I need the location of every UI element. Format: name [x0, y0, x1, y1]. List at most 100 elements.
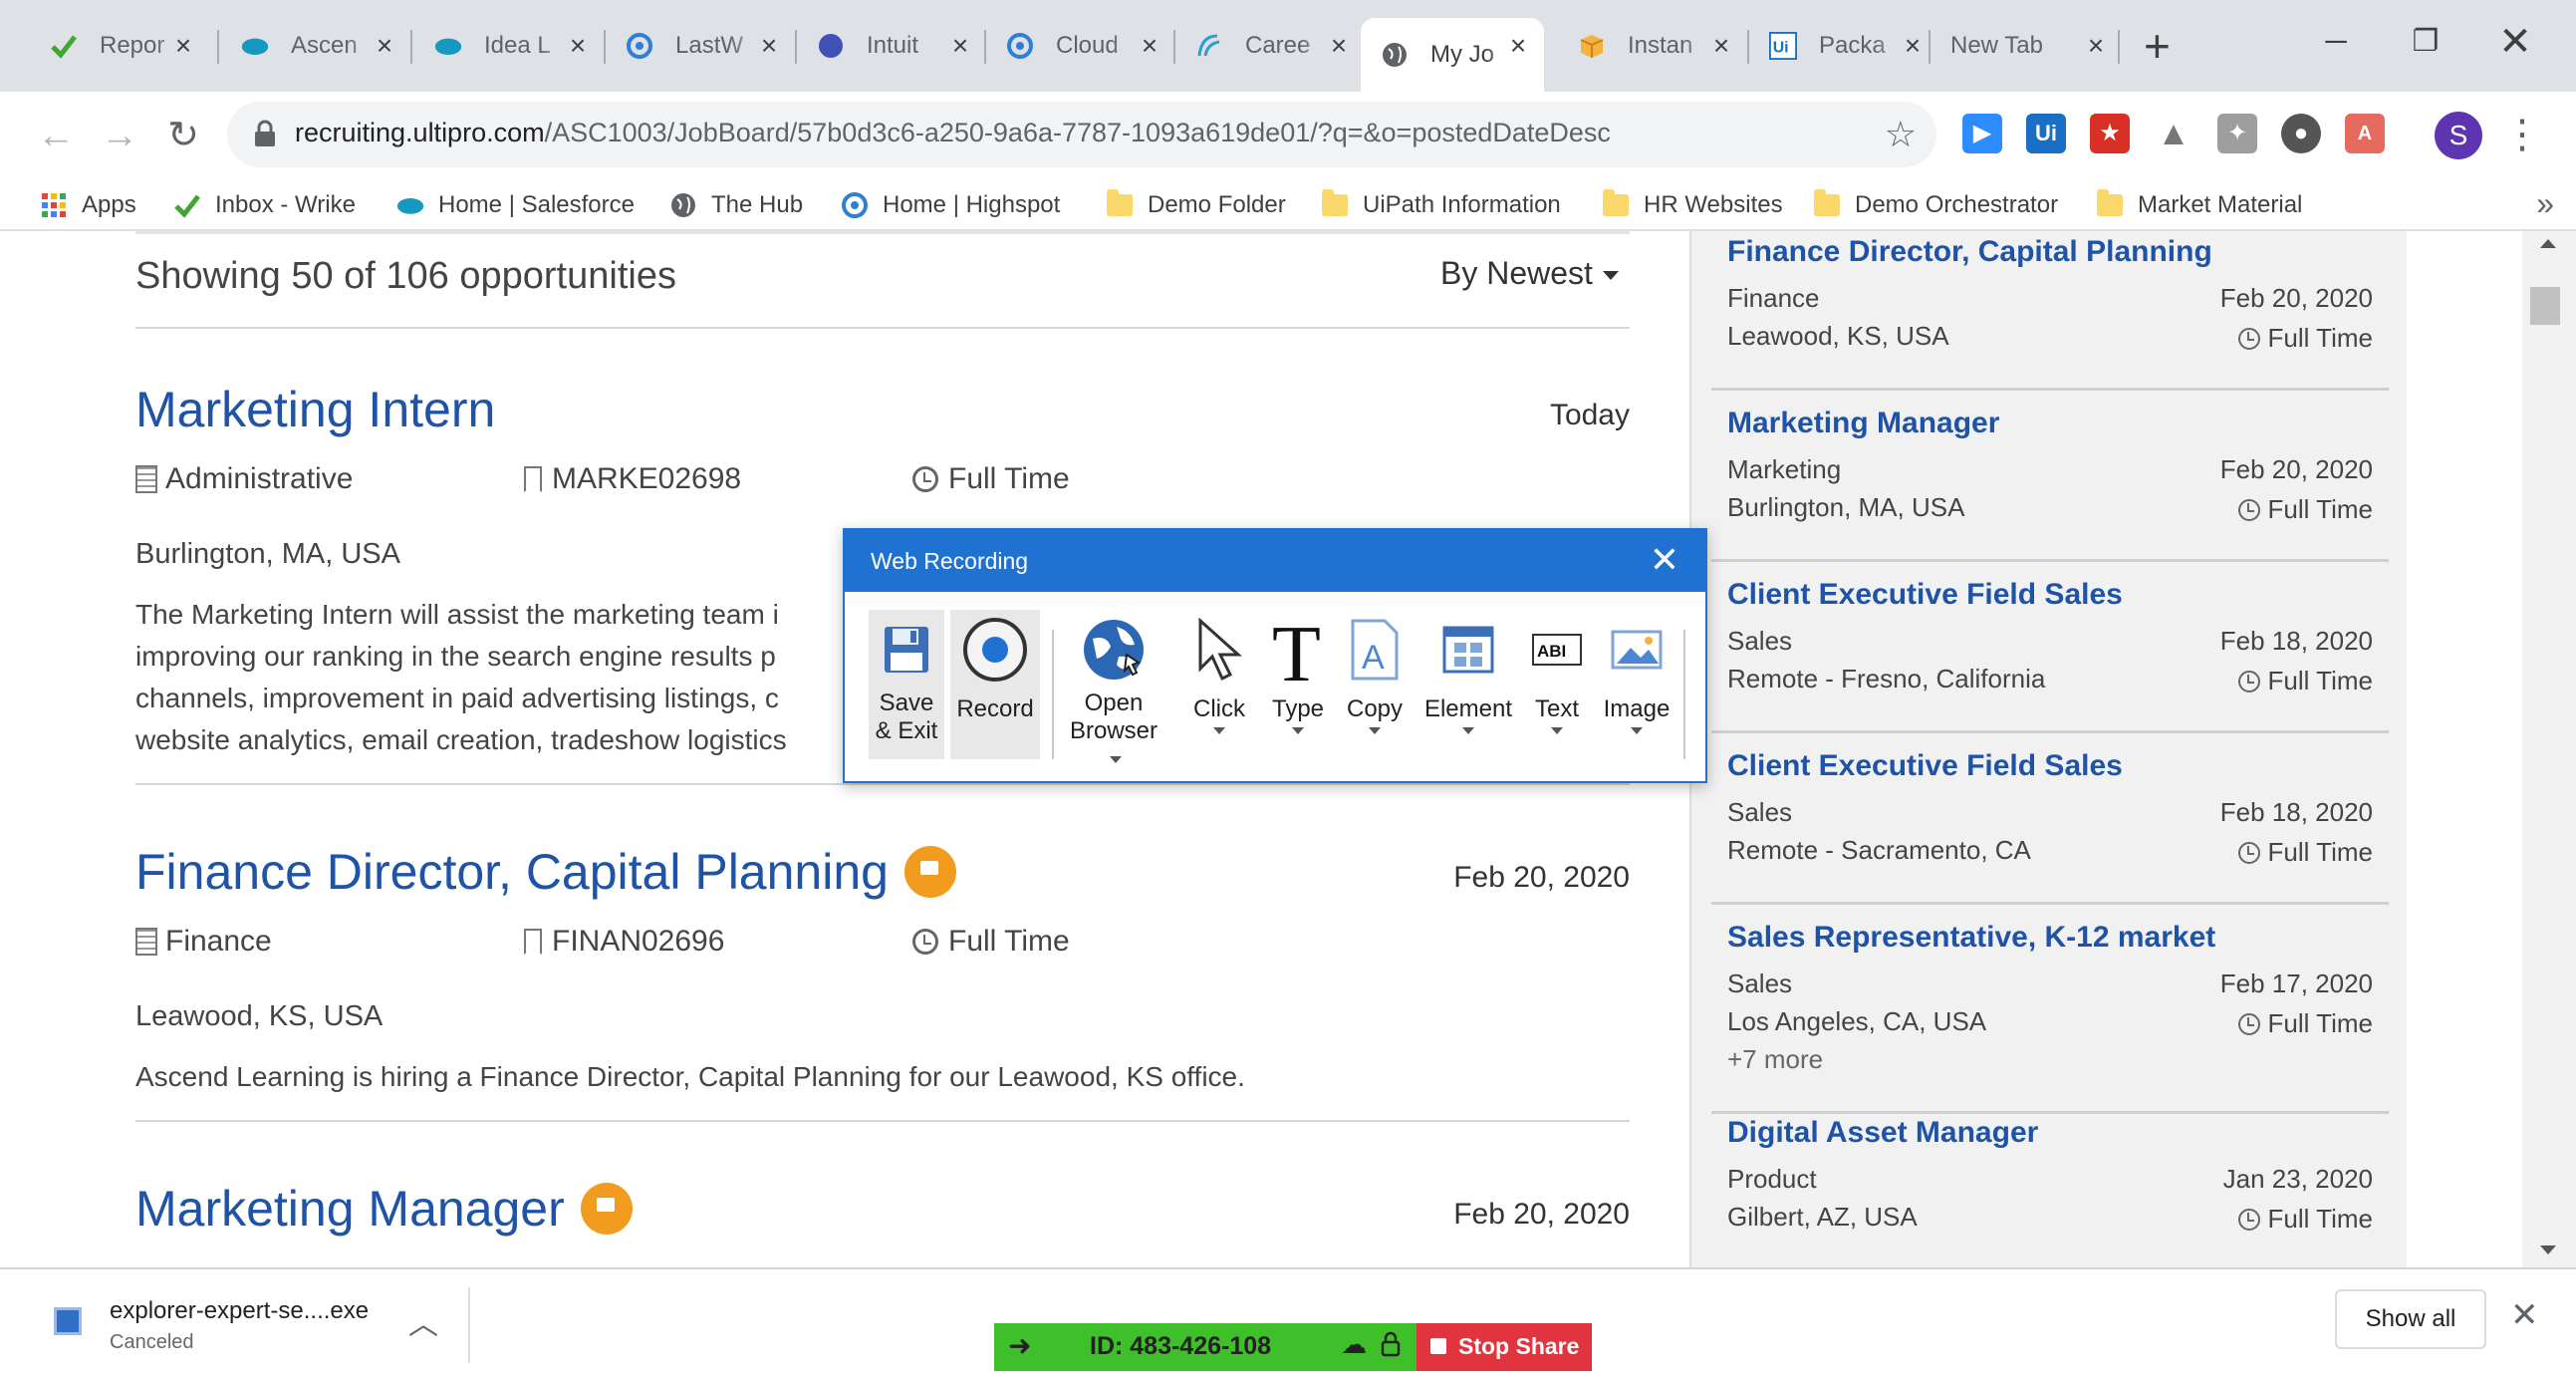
- sort-dropdown[interactable]: By Newest: [1440, 255, 1619, 292]
- bookmark-market-material[interactable]: Market Material: [2096, 189, 2302, 221]
- close-icon[interactable]: ×: [1504, 32, 1532, 60]
- sidebar-job-title[interactable]: Sales Representative, K-12 market: [1727, 921, 2215, 955]
- close-icon[interactable]: ×: [371, 32, 398, 60]
- close-icon[interactable]: ×: [1325, 32, 1353, 60]
- stop-share-button[interactable]: Stop Share: [1417, 1323, 1592, 1371]
- sidebar-job-title[interactable]: Client Executive Field Sales: [1727, 578, 2123, 612]
- bookmark-star-icon[interactable]: ☆: [1885, 114, 1917, 155]
- close-icon[interactable]: ×: [564, 32, 592, 60]
- job-title-link[interactable]: Marketing Intern: [135, 381, 495, 438]
- close-window-button[interactable]: ✕: [2480, 14, 2550, 70]
- browser-menu-icon[interactable]: ⋮: [2502, 110, 2542, 159]
- button-label-with-caret: Browser: [1066, 717, 1161, 773]
- dialog-header[interactable]: Web Recording ✕: [845, 530, 1705, 592]
- job-title-link[interactable]: Finance Director, Capital Planning: [135, 843, 956, 902]
- sidebar-job-card[interactable]: Marketing Manager Marketing Feb 20, 2020…: [1711, 407, 2389, 562]
- sidebar-job-card[interactable]: Client Executive Field Sales Sales Feb 1…: [1711, 749, 2389, 905]
- copy-button[interactable]: A Copy: [1337, 610, 1413, 759]
- reload-button[interactable]: ↻: [157, 110, 209, 161]
- tab-my-jobs[interactable]: My Jo ×: [1361, 18, 1544, 92]
- bookmark-uipath-information[interactable]: UiPath Information: [1321, 189, 1561, 221]
- click-button[interactable]: Click: [1179, 610, 1259, 759]
- tab-packages[interactable]: Ui Packa ×: [1749, 18, 1938, 74]
- sidebar-job-title[interactable]: Digital Asset Manager: [1727, 1116, 2038, 1150]
- job-title-link[interactable]: Marketing Manager: [135, 1180, 633, 1239]
- share-status-panel[interactable]: ➜ ID: 483-426-108 ☁: [994, 1323, 1417, 1371]
- element-button[interactable]: Element: [1417, 610, 1520, 759]
- stop-share-label: Stop Share: [1458, 1333, 1580, 1359]
- tab-new-tab[interactable]: New Tab ×: [1932, 18, 2122, 74]
- image-button[interactable]: Image: [1594, 610, 1679, 759]
- tab-lastw[interactable]: LastW ×: [606, 18, 795, 74]
- uipath-extension-icon[interactable]: Ui: [2026, 114, 2066, 153]
- bookmark-demo-folder[interactable]: Demo Folder: [1106, 189, 1286, 221]
- restore-button[interactable]: ❐: [2391, 14, 2460, 70]
- page-scrollbar[interactable]: [2522, 231, 2576, 1267]
- highspot-icon: [841, 191, 869, 219]
- close-icon[interactable]: ×: [2082, 32, 2110, 60]
- tab-divider: [2118, 30, 2120, 64]
- salesforce-cloud-icon: [396, 191, 424, 219]
- record-button[interactable]: Record: [950, 610, 1040, 759]
- profile-avatar[interactable]: S: [2435, 112, 2482, 159]
- bookmark-home-salesforce[interactable]: Home | Salesforce: [396, 189, 635, 221]
- bookmark-inbox-wrike[interactable]: Inbox - Wrike: [173, 189, 356, 221]
- tab-reports[interactable]: Repor ×: [30, 18, 209, 74]
- bookmark-home-highspot[interactable]: Home | Highspot: [841, 189, 1060, 221]
- tab-careers[interactable]: Caree ×: [1175, 18, 1365, 74]
- box-icon: [1578, 32, 1606, 60]
- sidebar-job-title[interactable]: Marketing Manager: [1727, 407, 1999, 440]
- show-all-button[interactable]: Show all: [2335, 1289, 2486, 1349]
- close-icon[interactable]: ×: [1707, 32, 1735, 60]
- pdf-extension-icon[interactable]: A: [2345, 114, 2385, 153]
- bookmark-demo-orchestrator[interactable]: Demo Orchestrator: [1813, 189, 2058, 221]
- red-extension-icon[interactable]: ★: [2090, 114, 2130, 153]
- new-tab-button[interactable]: +: [2144, 22, 2171, 70]
- tab-intuit[interactable]: Intuit ×: [797, 18, 986, 74]
- download-filename[interactable]: explorer-expert-se....exe: [110, 1297, 369, 1325]
- forward-button[interactable]: →: [94, 110, 145, 161]
- close-icon[interactable]: ×: [169, 32, 197, 60]
- close-icon[interactable]: ✕: [1650, 542, 1679, 578]
- scroll-down-icon[interactable]: [2540, 1245, 2556, 1254]
- save-exit-button[interactable]: Save & Exit: [869, 610, 944, 759]
- scroll-up-icon[interactable]: [2540, 239, 2556, 248]
- drive-extension-icon[interactable]: ▲: [2154, 114, 2193, 153]
- more-locations-link[interactable]: +7 more: [1727, 1044, 1823, 1075]
- tab-instance[interactable]: Instan ×: [1558, 18, 1747, 74]
- minimize-button[interactable]: ─: [2301, 14, 2371, 70]
- tab-cloud[interactable]: Cloud ×: [986, 18, 1175, 74]
- sidebar-job-card[interactable]: Sales Representative, K-12 market Sales …: [1711, 921, 2389, 1114]
- globe-icon: [669, 191, 697, 219]
- bookmarks-overflow-button[interactable]: »: [2536, 185, 2554, 222]
- sort-label: By Newest: [1440, 255, 1593, 291]
- open-browser-button[interactable]: Open Browser: [1066, 610, 1161, 764]
- tab-idea[interactable]: Idea L ×: [414, 18, 604, 74]
- badge-extension-icon[interactable]: ✦: [2217, 114, 2257, 153]
- chevron-up-icon[interactable]: ︿: [408, 1299, 438, 1343]
- circle-extension-icon[interactable]: ●: [2281, 114, 2321, 153]
- close-icon[interactable]: ✕: [2510, 1295, 2539, 1335]
- sidebar-job-title[interactable]: Finance Director, Capital Planning: [1727, 235, 2212, 269]
- text-button[interactable]: ABI Text: [1522, 610, 1592, 759]
- arrow-icon[interactable]: ➜: [1008, 1329, 1031, 1362]
- close-icon[interactable]: ×: [946, 32, 974, 60]
- bookmark-apps[interactable]: Apps: [40, 189, 136, 221]
- bookmark-the-hub[interactable]: The Hub: [669, 189, 803, 221]
- divider: [468, 1287, 470, 1363]
- tab-ascend[interactable]: Ascen ×: [221, 18, 410, 74]
- close-icon[interactable]: ×: [1136, 32, 1163, 60]
- bookmark-hr-websites[interactable]: HR Websites: [1602, 189, 1783, 221]
- sidebar-job-title[interactable]: Client Executive Field Sales: [1727, 749, 2123, 783]
- close-icon[interactable]: ×: [755, 32, 783, 60]
- sidebar-job-card[interactable]: Finance Director, Capital Planning Finan…: [1711, 235, 2389, 391]
- address-bar[interactable]: recruiting.ultipro.com/ASC1003/JobBoard/…: [227, 102, 1936, 167]
- scrollbar-thumb[interactable]: [2530, 287, 2560, 325]
- sidebar-job-card[interactable]: Client Executive Field Sales Sales Feb 1…: [1711, 578, 2389, 733]
- back-button[interactable]: ←: [30, 110, 82, 161]
- type-button[interactable]: T Type: [1263, 610, 1333, 759]
- close-icon[interactable]: ×: [1899, 32, 1927, 60]
- zoom-extension-icon[interactable]: ▶: [1962, 114, 2002, 153]
- tab-divider: [410, 30, 412, 64]
- sidebar-job-card[interactable]: Digital Asset Manager Product Jan 23, 20…: [1711, 1116, 2389, 1267]
